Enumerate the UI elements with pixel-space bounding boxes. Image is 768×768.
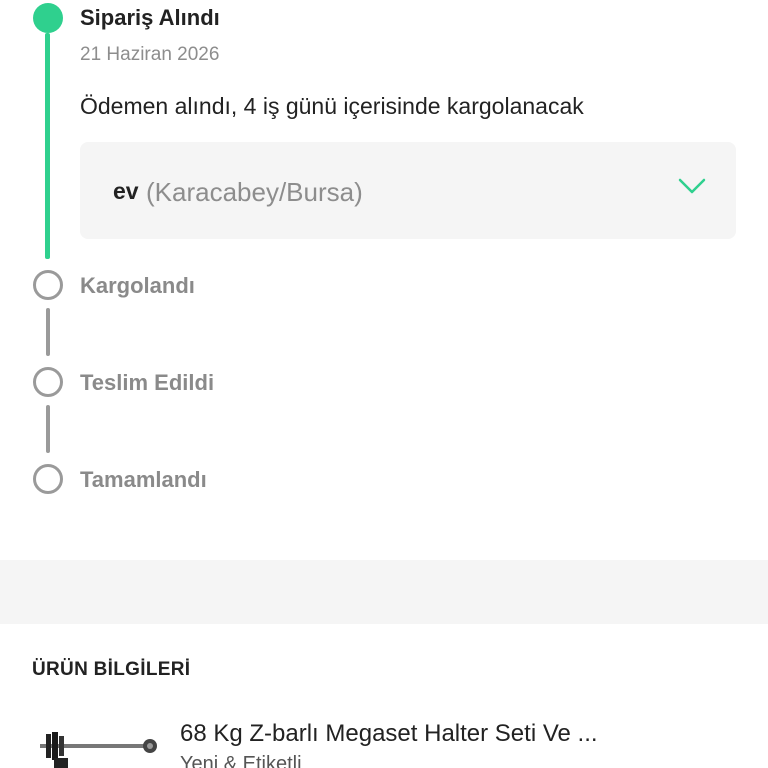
chevron-down-icon[interactable] [678,176,706,196]
section-divider [0,560,768,624]
step-title-shipped: Kargolandı [80,273,195,298]
step-description: Ödemen alındı, 4 iş günü içerisinde karg… [80,93,584,119]
order-status-timeline: Sipariş Alındı 21 Haziran 2026 Ödemen al… [0,0,768,560]
step-pending-icon [33,367,63,397]
step-pending-icon [33,270,63,300]
step-connector-line [46,308,50,356]
step-title-completed: Tamamlandı [80,467,207,492]
step-date: 21 Haziran 2026 [80,44,220,65]
product-section-title: ÜRÜN BİLGİLERİ [32,659,191,680]
product-image[interactable] [32,722,162,768]
address-location: (Karacabey/Bursa) [146,177,363,207]
address-name: ev [113,178,139,204]
address-dropdown[interactable]: ev (Karacabey/Bursa) [80,142,736,239]
step-title-delivered: Teslim Edildi [80,370,215,395]
product-name[interactable]: 68 Kg Z-barlı Megaset Halter Seti Ve ... [180,720,598,748]
step-title-order-received: Sipariş Alındı [80,5,220,30]
step-pending-icon [33,464,63,494]
step-connector-line [46,405,50,453]
progress-line [45,33,50,259]
step-done-icon [33,3,63,33]
product-condition: Yeni & Etiketli [180,753,302,768]
